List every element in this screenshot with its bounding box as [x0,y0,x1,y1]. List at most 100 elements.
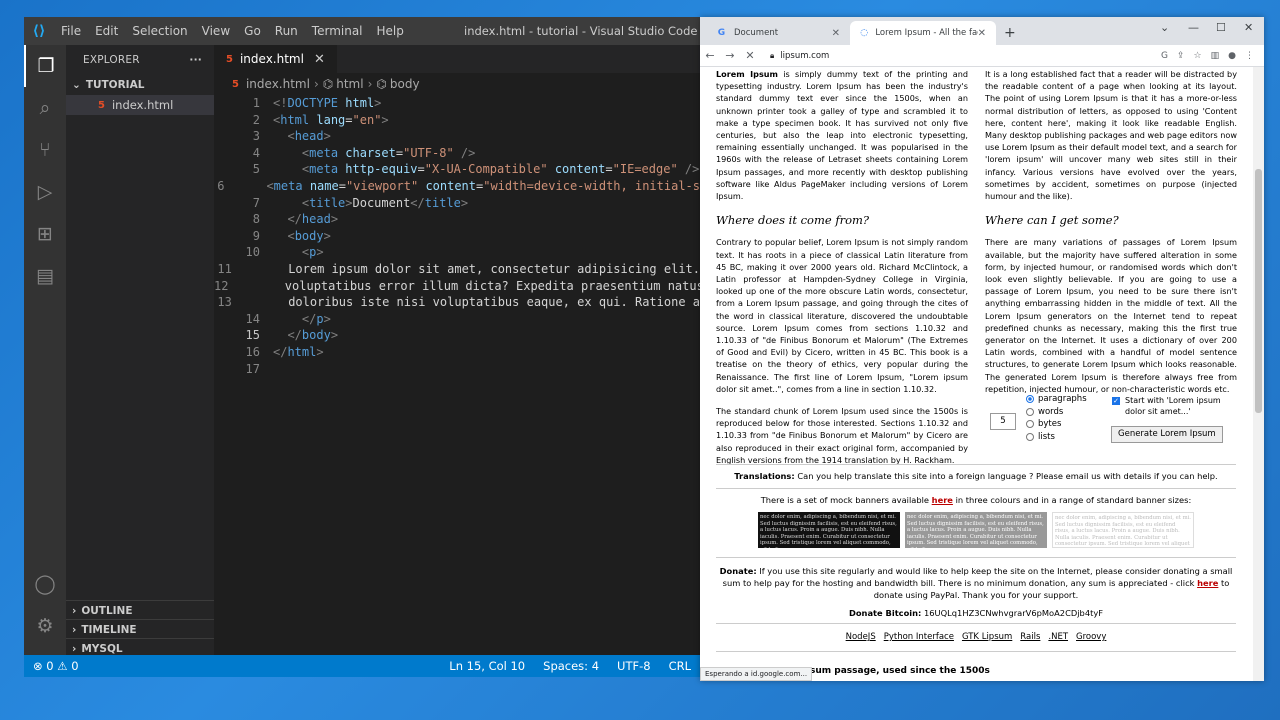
code-line[interactable]: 10 <p> [214,244,700,261]
google-g-icon[interactable]: G [1161,51,1168,61]
share-icon[interactable]: ⇪ [1177,51,1185,61]
source-control-icon[interactable]: ⑂ [24,129,66,171]
encoding[interactable]: UTF-8 [608,659,660,673]
search-icon[interactable]: ⌕ [24,87,66,129]
code-token: http-equiv [345,162,418,177]
gear-icon[interactable]: ⚙ [24,605,66,647]
back-icon[interactable]: ← [700,49,720,62]
tab-lipsum[interactable]: ◌ Lorem Ipsum - All the facts - Lip ✕ [850,21,996,45]
option-lists[interactable]: lists [1026,432,1055,442]
start-with-lorem-checkbox[interactable]: ✓ [1112,397,1120,405]
donate-text: Donate: If you use this site regularly a… [716,565,1236,601]
code-line[interactable]: 8 </head> [214,211,700,228]
indentation[interactable]: Spaces: 4 [534,659,608,673]
menu-view[interactable]: View [195,24,237,38]
banner-white[interactable]: nec dolor enim, adipiscing a, bibendum n… [1052,512,1194,548]
file-index-html[interactable]: 5 index.html [66,95,214,115]
footer-link[interactable]: NodeJS [846,632,876,642]
minimize-icon[interactable]: — [1188,21,1199,34]
problems-indicator[interactable]: ⊗ 0 ⚠ 0 [24,659,88,673]
footer-link[interactable]: Python Interface [884,632,954,642]
breadcrumb-body[interactable]: body [390,77,420,91]
code-line[interactable]: 11 Lorem ipsum dolor sit amet, consectet… [214,261,700,278]
code-line[interactable]: 4 <meta charset="UTF-8" /> [214,145,700,162]
paragraph: Contrary to popular belief, Lorem Ipsum … [716,237,968,394]
address-bar[interactable]: 🔒︎ lipsum.com [770,51,829,61]
option-paragraphs[interactable]: paragraphs [1026,394,1087,404]
folder-tutorial[interactable]: ⌄ TUTORIAL [66,75,214,95]
code-line[interactable]: 3 <head> [214,128,700,145]
profile-icon[interactable]: ● [1228,51,1236,61]
chevron-right-icon: › [72,623,77,636]
tab-index-html[interactable]: 5 index.html ✕ [214,45,337,73]
close-icon[interactable]: ✕ [978,28,986,39]
code-line[interactable]: 7 <title>Document</title> [214,195,700,212]
stop-icon[interactable]: ✕ [740,49,760,62]
menu-edit[interactable]: Edit [88,24,125,38]
maximize-icon[interactable]: ☐ [1216,21,1226,34]
menu-help[interactable]: Help [370,24,411,38]
account-icon[interactable]: ◯ [24,563,66,605]
cursor-position[interactable]: Ln 15, Col 10 [440,659,534,673]
close-icon[interactable]: ✕ [314,52,325,67]
code-line[interactable]: 12 voluptatibus error illum dicta? Exped… [214,278,700,295]
code-line[interactable]: 13 doloribus iste nisi voluptatibus eaqu… [214,294,700,311]
more-actions-icon[interactable]: ··· [189,54,202,66]
code-line[interactable]: 5 <meta http-equiv="X-UA-Compatible" con… [214,161,700,178]
breadcrumb-file[interactable]: index.html [246,77,310,91]
footer-link[interactable]: Groovy [1076,632,1106,642]
close-window-icon[interactable]: ✕ [1244,21,1253,34]
lock-icon[interactable]: 🔒︎ [770,51,774,61]
generate-button[interactable]: Generate Lorem Ipsum [1111,426,1223,443]
forward-icon[interactable]: → [720,49,740,62]
new-tab-icon[interactable]: + [1004,25,1016,41]
line-number: 4 [252,145,260,160]
amount-input[interactable]: 5 [990,413,1016,430]
code-line[interactable]: 6 <meta name="viewport" content="width=d… [214,178,700,195]
run-debug-icon[interactable]: ▷ [24,171,66,213]
option-bytes[interactable]: bytes [1026,419,1061,429]
banners-link[interactable]: here [932,495,953,505]
banner-black[interactable]: nec dolor enim, adipiscing a, bibendum n… [758,512,900,548]
sidebar-icon[interactable]: ▥ [1211,51,1220,61]
scrollbar[interactable] [1253,67,1264,681]
menu-terminal[interactable]: Terminal [305,24,370,38]
menu-run[interactable]: Run [268,24,305,38]
footer-link[interactable]: Rails [1020,632,1040,642]
code-token: meta [309,162,339,177]
footer-link[interactable]: .NET [1048,632,1068,642]
extensions-icon[interactable]: ⊞ [24,213,66,255]
option-label: words [1038,406,1064,417]
breadcrumb-html[interactable]: html [336,77,363,91]
menu-file[interactable]: File [54,24,88,38]
donate-link[interactable]: here [1197,578,1218,588]
menu-kebab-icon[interactable]: ⋮ [1245,51,1254,61]
menu-go[interactable]: Go [237,24,268,38]
code-line[interactable]: 9 <body> [214,228,700,245]
database-icon[interactable]: ▤ [24,255,66,297]
code-line[interactable]: 17 [214,361,700,378]
section-outline[interactable]: › OUTLINE [66,600,214,620]
code-line[interactable]: 2 <html lang="en"> [214,112,700,129]
line-number: 14 [245,311,260,326]
scrollbar-thumb[interactable] [1255,169,1262,413]
banner-grey[interactable]: nec dolor enim, adipiscing a, bibendum n… [905,512,1047,548]
tab-document[interactable]: G Document ✕ [706,21,850,45]
tab-search-icon[interactable]: ⌄ [1160,21,1169,34]
star-icon[interactable]: ☆ [1194,51,1202,61]
code-line[interactable]: 14 </p> [214,311,700,328]
code-line[interactable]: 1 <!DOCTYPE html> [214,95,700,112]
footer-link[interactable]: GTK Lipsum [962,632,1012,642]
explorer-icon[interactable]: ❐ [24,45,66,87]
code-line[interactable]: 15 </body> [214,327,700,344]
tag-icon: ⌬ [376,77,387,91]
chevron-right-icon: › [313,77,319,91]
code-line[interactable]: 16 </html> [214,344,700,361]
section-timeline[interactable]: › TIMELINE [66,619,214,639]
menu-selection[interactable]: Selection [125,24,194,38]
code-editor[interactable]: 1 <!DOCTYPE html> 2 <html lang="en"> 3 <head… [214,95,700,377]
option-words[interactable]: words [1026,407,1063,417]
end-of-line[interactable]: CRL [660,659,700,673]
code-token: body [294,228,324,243]
close-icon[interactable]: ✕ [832,28,840,39]
